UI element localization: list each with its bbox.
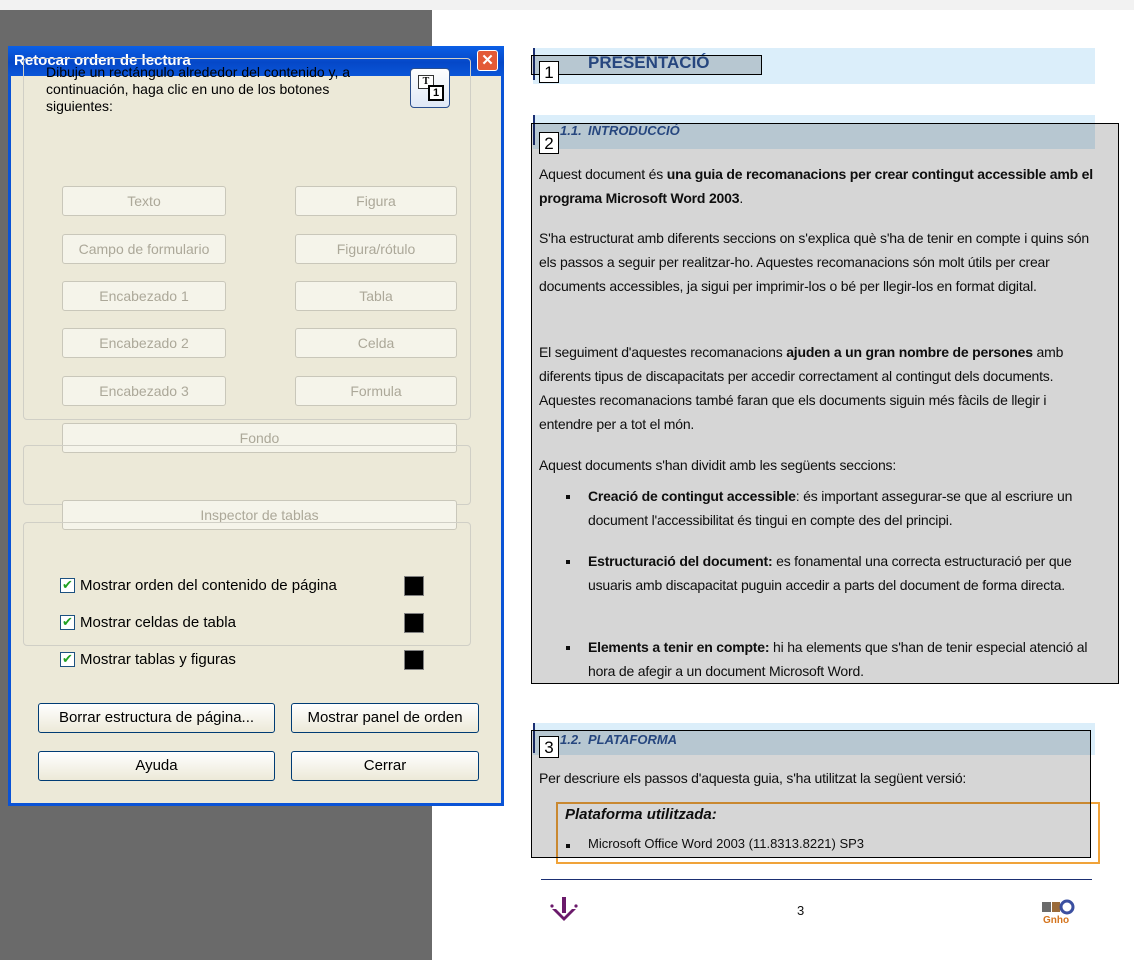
checkbox-checked-icon[interactable]: ✔	[60, 652, 75, 667]
footer-rule	[541, 879, 1092, 880]
encabezado-3-button[interactable]: Encabezado 3	[62, 376, 226, 406]
tabla-button[interactable]: Tabla	[295, 281, 457, 311]
encabezado-1-button[interactable]: Encabezado 1	[62, 281, 226, 311]
close-icon[interactable]: ✕	[477, 50, 498, 71]
encabezado-2-button[interactable]: Encabezado 2	[62, 328, 226, 358]
clear-page-structure-button[interactable]: Borrar estructura de página...	[38, 703, 275, 733]
help-button[interactable]: Ayuda	[38, 751, 275, 781]
checkbox-checked-icon[interactable]: ✔	[60, 578, 75, 593]
texto-button[interactable]: Texto	[62, 186, 226, 216]
checkbox-checked-icon[interactable]: ✔	[60, 615, 75, 630]
region-number-badge: 1	[539, 61, 559, 83]
region-number-badge: 3	[539, 736, 559, 758]
gnho-logo-icon: Gnho	[1040, 898, 1076, 928]
reading-order-icon[interactable]: T 1	[410, 68, 450, 108]
tables-figures-color-swatch[interactable]	[404, 650, 424, 670]
checkbox-label: Mostrar orden del contenido de página	[80, 577, 337, 594]
checkbox-label: Mostrar celdas de tabla	[80, 614, 236, 631]
organization-logo-icon	[550, 897, 578, 921]
celda-button[interactable]: Celda	[295, 328, 457, 358]
instructions-text: Dibuje un rectángulo alrededor del conte…	[46, 64, 351, 114]
show-order-panel-button[interactable]: Mostrar panel de orden	[291, 703, 479, 733]
order-number-icon: 1	[428, 85, 444, 101]
figura-rotulo-button[interactable]: Figura/rótulo	[295, 234, 457, 264]
content-order-color-swatch[interactable]	[404, 576, 424, 596]
campo-formulario-button[interactable]: Campo de formulario	[62, 234, 226, 264]
top-strip	[0, 0, 1134, 10]
table-cells-color-swatch[interactable]	[404, 613, 424, 633]
page-number: 3	[797, 903, 805, 918]
reading-order-region-2[interactable]	[531, 123, 1119, 684]
checkbox-label: Mostrar tablas y figuras	[80, 651, 236, 668]
close-button[interactable]: Cerrar	[291, 751, 479, 781]
formula-button[interactable]: Formula	[295, 376, 457, 406]
gnho-logo-text: Gnho	[1043, 915, 1070, 926]
table-inspector-group	[23, 445, 471, 505]
figura-button[interactable]: Figura	[295, 186, 457, 216]
region-number-badge: 2	[539, 132, 559, 154]
reading-order-region-1[interactable]	[531, 55, 762, 75]
reading-order-region-3[interactable]	[531, 730, 1091, 858]
